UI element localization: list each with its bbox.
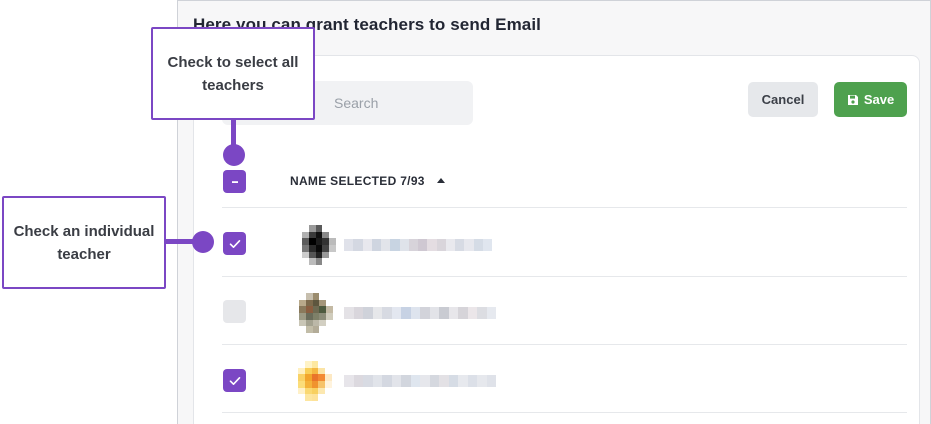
- row-checkbox[interactable]: [223, 369, 246, 392]
- row-checkbox[interactable]: [223, 232, 246, 255]
- caret-up-icon[interactable]: [436, 177, 445, 183]
- blurred-name: [344, 239, 492, 251]
- individual-callout: Check an individual teacher: [2, 196, 166, 289]
- blurred-name: [344, 375, 496, 387]
- callout-connector: [231, 120, 236, 146]
- checkmark-icon: [229, 376, 240, 385]
- select-all-callout-text: Check to select all teachers: [167, 53, 299, 94]
- avatar: [298, 361, 332, 401]
- select-all-callout: Check to select all teachers: [151, 27, 315, 120]
- save-button-label: Save: [863, 92, 895, 107]
- save-icon: [847, 94, 858, 105]
- select-all-checkbox[interactable]: [223, 170, 246, 193]
- blurred-name: [344, 307, 496, 319]
- table-row[interactable]: [222, 345, 907, 413]
- save-button[interactable]: Save: [834, 82, 907, 117]
- avatar: [302, 225, 336, 265]
- table-header: NAME SELECTED 7/93: [222, 164, 907, 208]
- name-column-header[interactable]: NAME SELECTED 7/93: [290, 174, 445, 188]
- avatar: [299, 293, 333, 333]
- checkmark-icon: [229, 239, 240, 248]
- minus-icon: [231, 180, 238, 183]
- row-checkbox[interactable]: [223, 300, 246, 323]
- individual-callout-text: Check an individual teacher: [13, 222, 155, 263]
- callout-marker: [223, 144, 245, 166]
- cancel-button-label: Cancel: [761, 92, 805, 107]
- table-row[interactable]: [222, 277, 907, 345]
- cancel-button[interactable]: Cancel: [748, 82, 818, 117]
- table-row[interactable]: [222, 209, 907, 277]
- name-column-label: NAME SELECTED 7/93: [290, 174, 425, 188]
- callout-marker: [192, 231, 214, 253]
